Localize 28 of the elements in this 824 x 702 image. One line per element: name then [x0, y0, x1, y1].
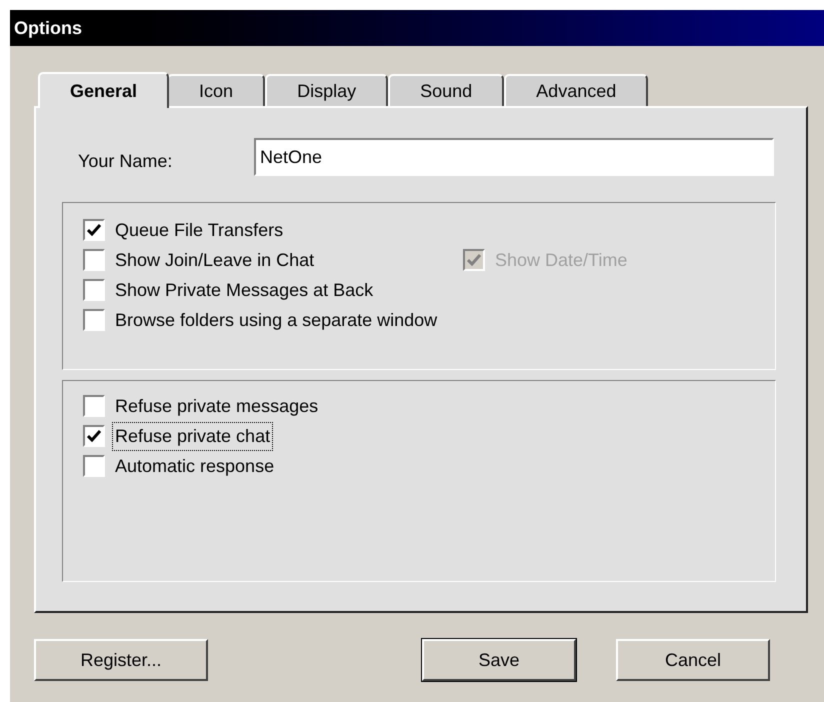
tab[interactable]: Icon — [167, 74, 266, 106]
window-title: Options — [14, 16, 82, 40]
checkbox-option[interactable]: Show Join/Leave in Chat — [83, 245, 463, 275]
checkbox-option[interactable]: Refuse private messages — [83, 391, 463, 421]
tab[interactable]: Sound — [388, 74, 504, 106]
tab[interactable]: General — [38, 72, 170, 108]
checkbox-option[interactable]: Refuse private chat — [83, 421, 463, 451]
checkbox[interactable] — [83, 395, 105, 417]
checkbox[interactable] — [83, 425, 105, 447]
checkbox[interactable] — [83, 249, 105, 271]
checkmark-icon — [467, 254, 481, 266]
checkbox[interactable] — [83, 279, 105, 301]
dialog-button[interactable]: Register... — [34, 639, 208, 681]
checkmark-icon — [87, 224, 101, 236]
checkmark-icon — [87, 430, 101, 442]
name-label: Your Name: — [77, 150, 174, 172]
tab[interactable]: Advanced — [504, 74, 648, 106]
dialog-button[interactable]: Cancel — [616, 639, 770, 681]
checkbox[interactable] — [83, 309, 105, 331]
tab[interactable]: Display — [265, 74, 388, 106]
name-field[interactable]: NetOne — [254, 138, 774, 176]
checkbox[interactable] — [83, 219, 105, 241]
checkbox[interactable] — [83, 455, 105, 477]
dialog-button[interactable]: Save — [422, 639, 576, 681]
checkbox-option[interactable]: Automatic response — [83, 451, 463, 481]
checkbox-option[interactable]: Browse folders using a separate window — [83, 305, 463, 335]
checkbox-option[interactable]: Show Private Messages at Back — [83, 275, 463, 305]
checkbox-option[interactable]: Queue File Transfers — [83, 215, 463, 245]
